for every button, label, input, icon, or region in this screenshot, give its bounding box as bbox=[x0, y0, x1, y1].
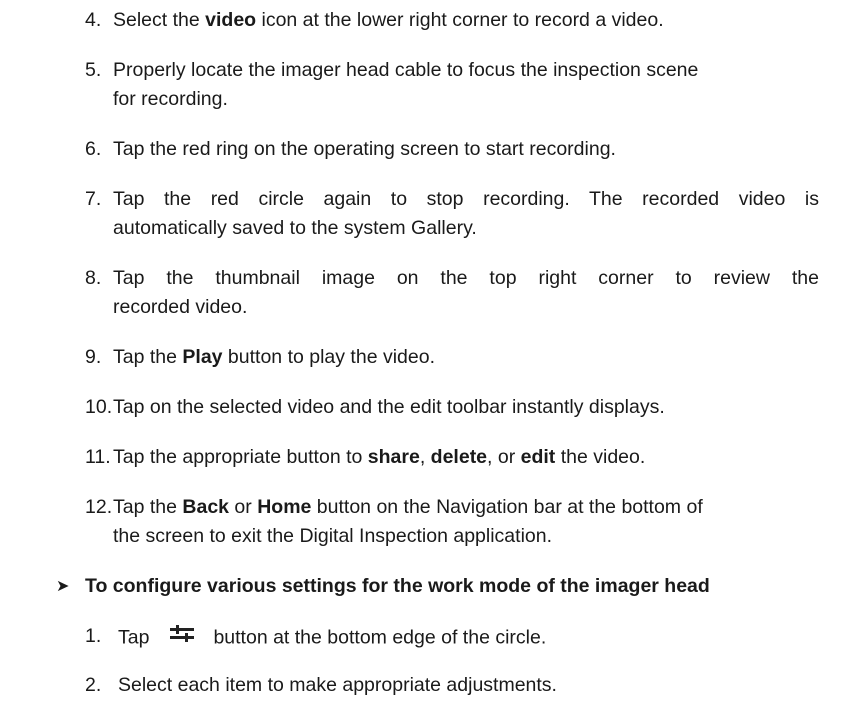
section-heading: To configure various settings for the wo… bbox=[85, 575, 710, 597]
step-number: 12. bbox=[85, 496, 113, 518]
step-5-line1: Properly locate the imager head cable to… bbox=[113, 59, 699, 81]
settings-sliders-icon bbox=[169, 624, 195, 650]
step-7-line2: automatically saved to the system Galler… bbox=[113, 217, 477, 239]
step-number: 5. bbox=[85, 59, 102, 81]
step-number: 10. bbox=[85, 396, 113, 418]
step-number: 6. bbox=[85, 138, 102, 160]
arrow-bullet-icon: ➤ bbox=[56, 578, 70, 595]
step-12-line2: the screen to exit the Digital Inspectio… bbox=[113, 525, 553, 547]
step-4-text: Select the video icon at the lower right… bbox=[113, 9, 664, 31]
step-7-line1: Tap the red circle again to stop recordi… bbox=[113, 188, 819, 210]
step-number: 11. bbox=[85, 446, 111, 468]
config-step-2-text: Select each item to make appropriate adj… bbox=[118, 674, 557, 696]
step-5-line2: for recording. bbox=[113, 88, 228, 110]
step-9-text: Tap the Play button to play the video. bbox=[113, 346, 435, 368]
step-number: 1. bbox=[85, 625, 102, 647]
step-number: 9. bbox=[85, 346, 102, 368]
step-number: 8. bbox=[85, 267, 102, 289]
step-number: 2. bbox=[85, 674, 102, 696]
step-8-line1: Tap the thumbnail image on the top right… bbox=[113, 267, 819, 289]
step-11-text: Tap the appropriate button to share, del… bbox=[113, 446, 646, 468]
step-6-text: Tap the red ring on the operating screen… bbox=[113, 138, 616, 160]
step-number: 7. bbox=[85, 188, 102, 210]
step-8-line2: recorded video. bbox=[113, 296, 248, 318]
step-10-text: Tap on the selected video and the edit t… bbox=[113, 396, 665, 418]
config-step-1-text: Tap button at the bottom edge of the cir… bbox=[118, 624, 546, 653]
step-12-line1: Tap the Back or Home button on the Navig… bbox=[113, 496, 703, 518]
step-number: 4. bbox=[85, 9, 102, 31]
